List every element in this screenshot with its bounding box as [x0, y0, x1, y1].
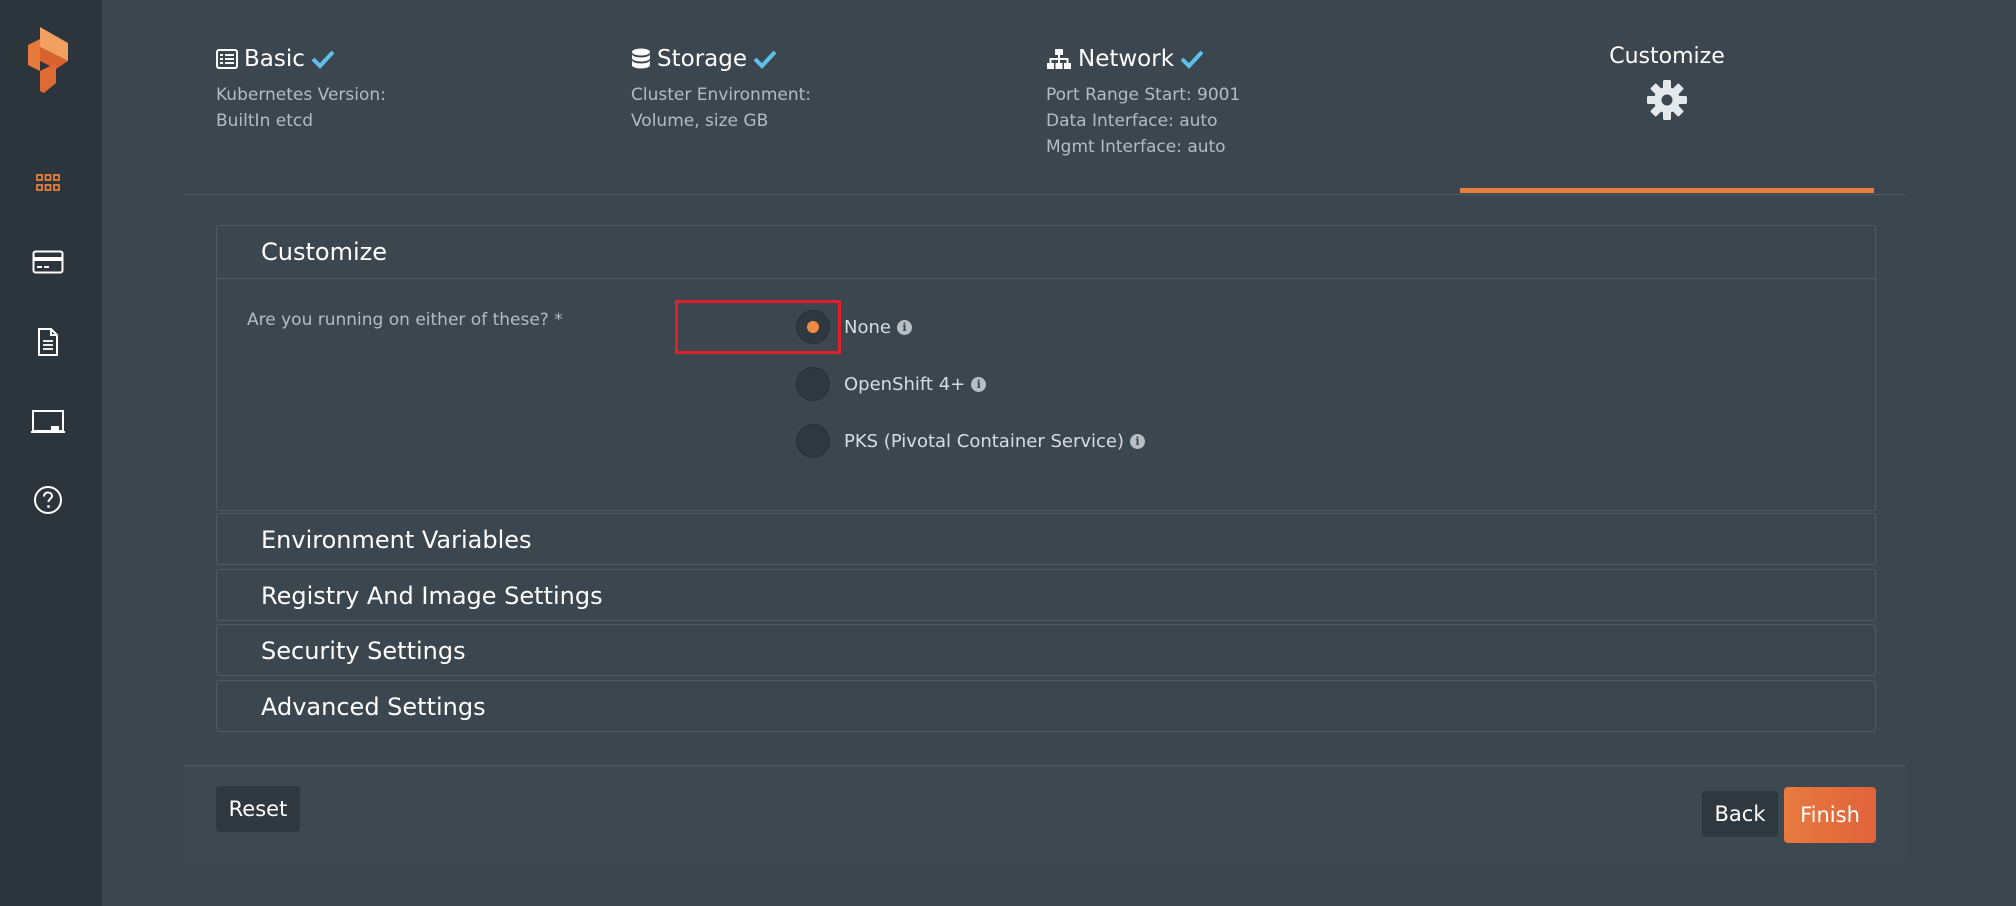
step-customize[interactable]: Customize — [1460, 44, 1874, 121]
check-icon — [1180, 49, 1204, 69]
environment-variables-panel[interactable]: Environment Variables — [216, 513, 1876, 565]
info-icon[interactable]: i — [1130, 433, 1145, 449]
step-title: Network — [1078, 46, 1175, 72]
panel-header[interactable]: Environment Variables — [217, 514, 1875, 566]
step-network-title-row: Network — [1046, 44, 1240, 74]
step-network[interactable]: Network Port Range Start: 9001 Data Inte… — [1046, 44, 1240, 160]
steps-divider — [184, 194, 1906, 195]
wizard-steps: Basic Kubernetes Version: BuiltIn etcd S… — [102, 0, 2016, 195]
step-storage[interactable]: Storage Cluster Environment: Volume, siz… — [631, 44, 811, 134]
radio-label-row: None i — [844, 317, 912, 338]
grid-icon — [36, 174, 60, 196]
card-icon — [32, 250, 64, 278]
help-circle-icon — [33, 485, 63, 519]
radio-label-row: PKS (Pivotal Container Service) i — [844, 431, 1145, 452]
customize-panel-header[interactable]: Customize — [217, 226, 1875, 279]
customize-panel: Customize Are you running on either of t… — [216, 225, 1876, 511]
step-description: Port Range Start: 9001 Data Interface: a… — [1046, 82, 1240, 160]
highlight-box — [675, 300, 841, 354]
step-basic[interactable]: Basic Kubernetes Version: BuiltIn etcd — [216, 44, 386, 134]
info-icon[interactable]: i — [971, 376, 987, 392]
sitemap-icon — [1046, 48, 1072, 70]
main-content: Basic Kubernetes Version: BuiltIn etcd S… — [102, 0, 2016, 906]
step-title: Storage — [657, 46, 747, 72]
portworx-logo[interactable] — [28, 27, 68, 95]
platform-question-label: Are you running on either of these? * — [247, 310, 563, 330]
radio-label: OpenShift 4+ — [844, 373, 966, 395]
step-desc-line: BuiltIn etcd — [216, 111, 314, 131]
check-icon — [311, 49, 335, 69]
radio-option-pks[interactable]: PKS (Pivotal Container Service) i — [796, 424, 1145, 458]
sidebar-item-apps[interactable] — [27, 164, 69, 206]
sidebar-item-help[interactable] — [27, 481, 69, 523]
step-desc-line: Mgmt Interface: auto — [1046, 137, 1226, 157]
step-desc-line: Cluster Environment: — [631, 85, 812, 105]
back-button[interactable]: Back — [1702, 791, 1778, 837]
sidebar-item-billing[interactable] — [27, 243, 69, 285]
step-description: Kubernetes Version: BuiltIn etcd — [216, 82, 386, 134]
registry-settings-panel[interactable]: Registry And Image Settings — [216, 569, 1876, 621]
radio-label: PKS (Pivotal Container Service) — [844, 430, 1124, 452]
radio-label: None — [844, 316, 891, 338]
radio-label-row: OpenShift 4+ i — [844, 373, 987, 395]
panel-header[interactable]: Security Settings — [217, 625, 1875, 677]
info-icon[interactable]: i — [896, 319, 912, 335]
radio-button[interactable] — [796, 424, 830, 458]
panel-header[interactable]: Registry And Image Settings — [217, 570, 1875, 622]
database-icon — [631, 48, 651, 70]
step-desc-line: Kubernetes Version: — [216, 85, 386, 105]
step-storage-title-row: Storage — [631, 44, 811, 74]
finish-button[interactable]: Finish — [1784, 787, 1876, 843]
sidebar-item-clusters[interactable] — [27, 403, 69, 445]
step-title: Basic — [244, 46, 305, 72]
step-desc-line: Volume, size GB — [631, 111, 769, 131]
monitor-icon — [31, 409, 65, 439]
panel-header[interactable]: Advanced Settings — [217, 681, 1875, 733]
radio-option-openshift[interactable]: OpenShift 4+ i — [796, 367, 987, 401]
step-desc-line: Data Interface: auto — [1046, 111, 1218, 131]
check-icon — [753, 49, 777, 69]
gear-icon — [1460, 79, 1874, 121]
step-title: Customize — [1609, 44, 1725, 69]
sidebar-item-docs[interactable] — [27, 323, 69, 365]
step-desc-line: Port Range Start: 9001 — [1046, 85, 1241, 105]
footer-bar — [184, 766, 1906, 860]
security-settings-panel[interactable]: Security Settings — [216, 624, 1876, 676]
radio-button[interactable] — [796, 367, 830, 401]
document-icon — [37, 328, 59, 360]
step-description: Cluster Environment: Volume, size GB — [631, 82, 811, 134]
active-step-indicator — [1460, 188, 1874, 193]
list-icon — [216, 49, 238, 69]
reset-button[interactable]: Reset — [216, 786, 300, 832]
advanced-settings-panel[interactable]: Advanced Settings — [216, 680, 1876, 732]
step-basic-title-row: Basic — [216, 44, 386, 74]
sidebar — [0, 0, 102, 906]
